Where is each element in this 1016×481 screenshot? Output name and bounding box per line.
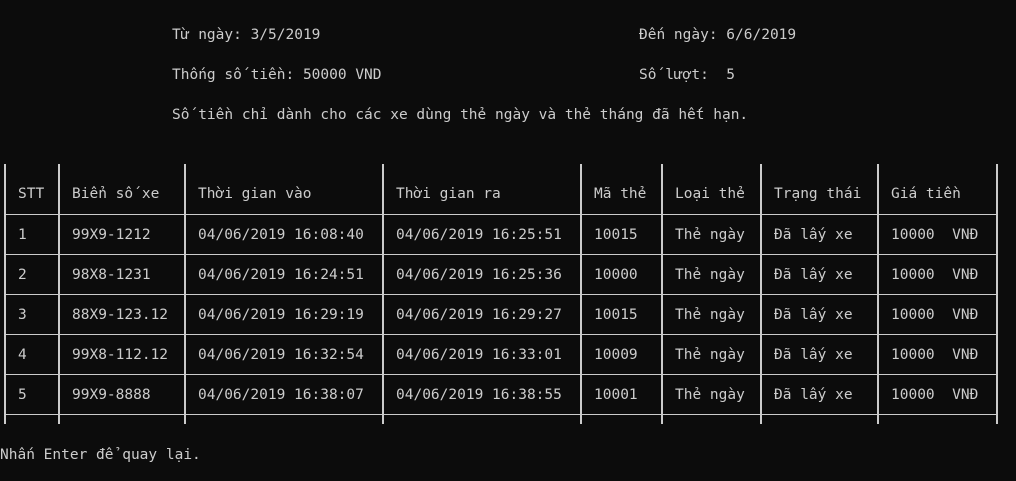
table-cell-time-in: 04/06/2019 16:24:51 <box>198 267 364 283</box>
table-cell-stt: 2 <box>18 267 27 283</box>
table-cell-card-type: Thẻ ngày <box>675 307 745 323</box>
column-header-card-id: Mã thẻ <box>594 186 647 202</box>
table-cell-stt: 5 <box>18 387 27 403</box>
table-cell-plate: 99X8-112.12 <box>72 347 169 363</box>
table-cell-plate: 98X8-1231 <box>72 267 151 283</box>
table-cell-card-id: 10001 <box>594 387 638 403</box>
table-cell-time-out: 04/06/2019 16:25:36 <box>396 267 562 283</box>
from-date-text: Từ ngày: 3/5/2019 <box>172 27 321 43</box>
table-cell-stt: 4 <box>18 347 27 363</box>
table-cell-card-id: 10015 <box>594 227 638 243</box>
table-cell-plate: 99X9-1212 <box>72 227 151 243</box>
table-cell-plate: 99X9-8888 <box>72 387 151 403</box>
table-cell-price: 10000 VNĐ <box>891 387 979 403</box>
table-cell-card-id: 10009 <box>594 347 638 363</box>
table-cell-stt: 1 <box>18 227 27 243</box>
table-cell-status: Đã lấy xe <box>774 307 853 323</box>
to-date-text: Đến ngày: 6/6/2019 <box>639 27 797 43</box>
table-cell-price: 10000 VNĐ <box>891 267 979 283</box>
enter-prompt: Nhấn Enter để quay lại. <box>0 447 201 463</box>
table-cell-plate: 88X9-123.12 <box>72 307 169 323</box>
table-cell-time-out: 04/06/2019 16:29:27 <box>396 307 562 323</box>
table-cell-card-type: Thẻ ngày <box>675 227 745 243</box>
table-cell-card-id: 10015 <box>594 307 638 323</box>
table-cell-card-type: Thẻ ngày <box>675 267 745 283</box>
table-cell-card-type: Thẻ ngày <box>675 387 745 403</box>
table-horizontal-line <box>4 294 998 295</box>
table-cell-time-in: 04/06/2019 16:32:54 <box>198 347 364 363</box>
table-cell-status: Đã lấy xe <box>774 387 853 403</box>
table-cell-status: Đã lấy xe <box>774 347 853 363</box>
table-cell-time-in: 04/06/2019 16:38:07 <box>198 387 364 403</box>
table-horizontal-line <box>4 214 998 215</box>
table-cell-time-in: 04/06/2019 16:08:40 <box>198 227 364 243</box>
total-money-text: Thống số tiền: 50000 VND <box>172 67 382 83</box>
column-header-price: Giá tiền <box>891 186 961 202</box>
table-horizontal-line <box>4 374 998 375</box>
column-header-time-in: Thời gian vào <box>198 186 312 202</box>
table-cell-time-out: 04/06/2019 16:25:51 <box>396 227 562 243</box>
table-cell-status: Đã lấy xe <box>774 227 853 243</box>
table-cell-time-in: 04/06/2019 16:29:19 <box>198 307 364 323</box>
table-cell-card-id: 10000 <box>594 267 638 283</box>
table-cell-price: 10000 VNĐ <box>891 347 979 363</box>
column-header-time-out: Thời gian ra <box>396 186 501 202</box>
note-text: Số tiền chỉ dành cho các xe dùng thẻ ngà… <box>172 107 749 123</box>
table-cell-price: 10000 VNĐ <box>891 227 979 243</box>
table-cell-time-out: 04/06/2019 16:38:55 <box>396 387 562 403</box>
table-cell-price: 10000 VNĐ <box>891 307 979 323</box>
column-header-stt: STT <box>18 186 45 202</box>
table-cell-status: Đã lấy xe <box>774 267 853 283</box>
table-horizontal-line <box>4 254 998 255</box>
column-header-plate: Biển số xe <box>72 186 160 202</box>
table-cell-stt: 3 <box>18 307 27 323</box>
count-text: Số lượt: 5 <box>639 67 736 83</box>
console-window: Từ ngày: 3/5/2019 Đến ngày: 6/6/2019 Thố… <box>0 0 1016 481</box>
column-header-status: Trạng thái <box>774 186 862 202</box>
table-horizontal-line <box>4 414 998 415</box>
table-horizontal-line <box>4 334 998 335</box>
table-cell-card-type: Thẻ ngày <box>675 347 745 363</box>
column-header-card-type: Loại thẻ <box>675 186 745 202</box>
table-cell-time-out: 04/06/2019 16:33:01 <box>396 347 562 363</box>
